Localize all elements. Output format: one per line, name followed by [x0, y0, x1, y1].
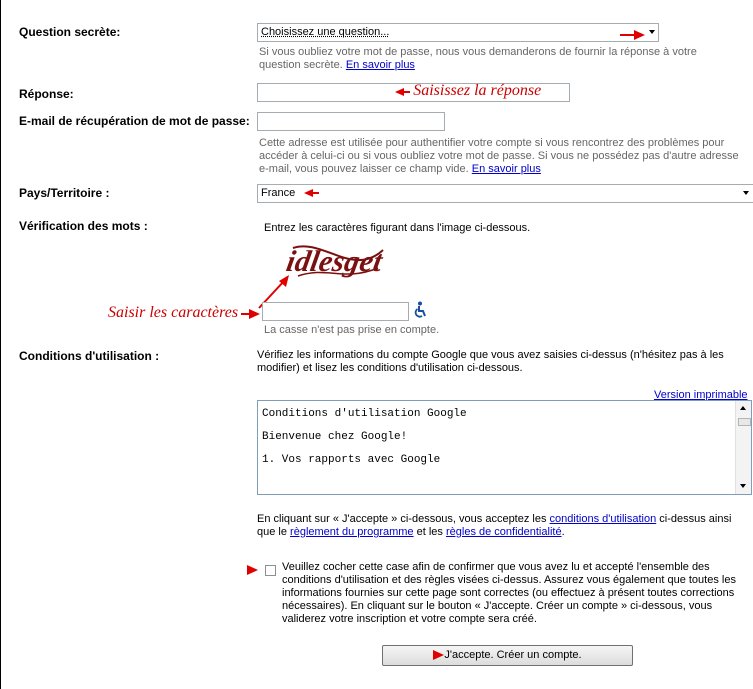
tos-content: Conditions d'utilisation Google Bienvenue…: [262, 408, 467, 466]
captcha-input[interactable]: [262, 302, 409, 321]
chevron-down-icon: [649, 30, 655, 34]
country-select[interactable]: France: [257, 184, 753, 203]
red-arrow-left-icon: [395, 87, 404, 96]
recovery-email-input[interactable]: [257, 112, 445, 131]
captcha-annotation: Saisir les caractères: [108, 304, 261, 322]
annotation-arrow-icon: [620, 29, 645, 41]
accept-create-account-label: J'accepte. Créer un compte.: [444, 649, 582, 661]
country-selected: France: [261, 187, 296, 199]
security-question-selected: Choisissez une question...: [261, 26, 390, 38]
terms-accept-statement: En cliquant sur « J'accepte » ci-dessous…: [257, 513, 732, 538]
program-policy-link[interactable]: règlement du programme: [290, 526, 414, 538]
captcha-case-note: La casse n'est pas prise en compte.: [264, 324, 440, 336]
recovery-email-learn-more-link[interactable]: En savoir plus: [472, 163, 541, 175]
red-arrow-right-icon: [247, 565, 258, 575]
captcha-instruction: Entrez les caractères figurant dans l'im…: [264, 222, 531, 234]
tos-textarea[interactable]: Conditions d'utilisation Google Bienvenue…: [257, 400, 752, 495]
accept-create-account-button[interactable]: J'accepte. Créer un compte.: [382, 645, 633, 666]
answer-annotation: Saisissez la réponse: [395, 82, 541, 100]
scroll-up-icon[interactable]: [740, 406, 746, 410]
red-arrow-left-icon: [304, 189, 314, 198]
recovery-email-label: E-mail de récupération de mot de passe:: [19, 114, 250, 128]
terms-label: Conditions d'utilisation :: [19, 349, 160, 363]
accessibility-audio-icon[interactable]: [413, 301, 427, 318]
terms-of-service-link[interactable]: conditions d'utilisation: [550, 513, 657, 525]
security-question-help: Si vous oubliez votre mot de passe, nous…: [259, 46, 697, 71]
country-label: Pays/Territoire :: [19, 186, 110, 200]
chevron-down-icon: [743, 191, 749, 195]
red-arrow-right-icon: [249, 308, 261, 319]
scroll-down-icon[interactable]: [740, 484, 746, 488]
accept-terms-checkbox-label: Veuillez cocher cette case afin de confi…: [282, 561, 736, 625]
privacy-policy-link[interactable]: règles de confidentialité: [446, 526, 562, 538]
captcha-image: idlesget: [283, 238, 393, 284]
scroll-thumb[interactable]: [738, 418, 751, 426]
red-arrow-right-icon: [433, 650, 445, 661]
security-question-select[interactable]: Choisissez une question...: [257, 23, 659, 42]
recovery-email-help: Cette adresse est utilisée pour authenti…: [259, 137, 739, 175]
security-question-label: Question secrète:: [19, 25, 121, 39]
terms-intro: Vérifiez les informations du compte Goog…: [257, 349, 724, 374]
security-question-learn-more-link[interactable]: En savoir plus: [346, 59, 415, 71]
answer-label: Réponse:: [19, 87, 74, 101]
tos-scrollbar[interactable]: [735, 401, 751, 494]
accept-terms-checkbox[interactable]: [265, 565, 276, 576]
word-verification-label: Vérification des mots :: [19, 219, 148, 233]
